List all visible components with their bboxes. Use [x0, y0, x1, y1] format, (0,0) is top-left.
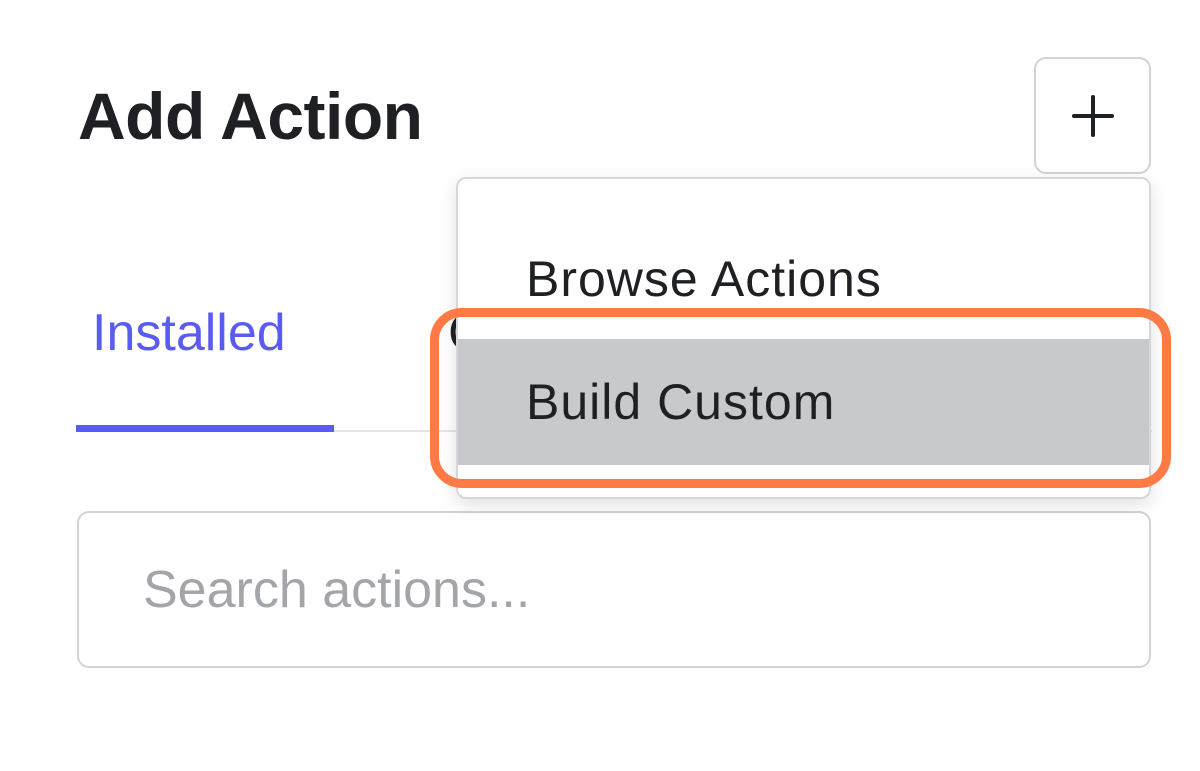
add-action-dropdown-menu: Browse Actions Build Custom	[456, 177, 1151, 499]
search-input[interactable]	[79, 513, 1149, 666]
add-button[interactable]	[1034, 57, 1151, 174]
panel-title: Add Action	[78, 79, 423, 153]
plus-icon	[1071, 94, 1114, 137]
search-box	[77, 511, 1151, 668]
add-action-panel: Add Action Installed C Browse Actions Bu…	[0, 0, 1200, 771]
menu-item-browse-actions[interactable]: Browse Actions	[458, 219, 1149, 339]
tab-installed[interactable]: Installed	[76, 280, 334, 432]
menu-item-build-custom[interactable]: Build Custom	[458, 339, 1149, 465]
